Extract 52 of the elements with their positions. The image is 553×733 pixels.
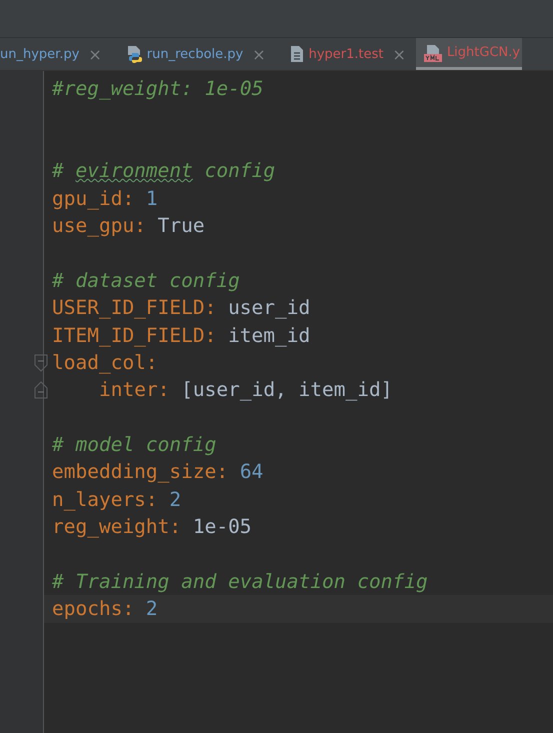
colon: :	[146, 488, 158, 511]
code-comment: evironment	[75, 159, 193, 182]
code-comment: # dataset config	[52, 268, 240, 292]
colon: :	[122, 186, 134, 210]
yaml-value: True	[158, 214, 205, 237]
editor-tab[interactable]: run_recbole.py ×	[112, 38, 276, 70]
tab-label: run_recbole.py	[146, 46, 244, 62]
close-icon[interactable]: ×	[392, 44, 406, 64]
colon: :	[134, 214, 146, 237]
colon: :	[158, 378, 170, 402]
yaml-key: inter	[99, 378, 158, 402]
tab-label: hyper1.test	[308, 46, 384, 62]
yaml-key: use_gpu	[52, 214, 134, 237]
code-comment: # model config	[52, 433, 216, 456]
colon: :	[169, 515, 182, 538]
code-comment: # Training and evaluation config	[52, 570, 428, 594]
yaml-value: item_id	[228, 324, 310, 347]
yaml-value: 1	[146, 186, 158, 210]
yaml-key: n_layers	[52, 488, 146, 511]
text-file-icon	[290, 45, 304, 63]
yaml-key: gpu_id	[52, 186, 122, 210]
yaml-value: user_id	[228, 296, 310, 320]
yaml-key: load_col	[52, 350, 146, 374]
yaml-key: reg_weight	[52, 515, 170, 538]
yaml-key: ITEM_ID_FIELD	[52, 324, 205, 347]
yaml-value: 1e-05	[192, 515, 252, 538]
colon: :	[204, 296, 216, 320]
yaml-value: [user_id, item_id]	[181, 378, 392, 402]
yaml-value: 2	[169, 488, 182, 511]
yaml-value: 2	[146, 597, 158, 620]
tab-label: LightGCN.y	[446, 45, 520, 60]
code-comment: config	[204, 159, 276, 182]
yml-file-icon	[424, 44, 442, 62]
python-file-icon	[126, 45, 142, 63]
yaml-key: embedding_size	[52, 460, 216, 484]
tab-label: un_hyper.py	[0, 46, 80, 62]
code-comment: #reg_weight: 1e-05	[52, 77, 264, 100]
yaml-key: USER_ID_FIELD	[52, 296, 205, 320]
editor-tab[interactable]: un_hyper.py ×	[0, 38, 112, 70]
yaml-key: epochs	[52, 597, 122, 620]
fold-start-icon[interactable]	[34, 354, 48, 372]
yaml-value: 64	[240, 460, 264, 484]
editor-tab[interactable]: LightGCN.y	[416, 38, 522, 70]
colon: :	[216, 460, 228, 484]
editor-tab[interactable]: hyper1.test ×	[276, 38, 416, 70]
colon: :	[146, 350, 158, 374]
close-icon[interactable]: ×	[252, 44, 266, 64]
colon: :	[204, 324, 216, 347]
close-icon[interactable]: ×	[88, 44, 102, 64]
code-comment: #	[52, 159, 65, 182]
colon: :	[122, 597, 134, 620]
fold-end-icon[interactable]	[34, 381, 48, 400]
